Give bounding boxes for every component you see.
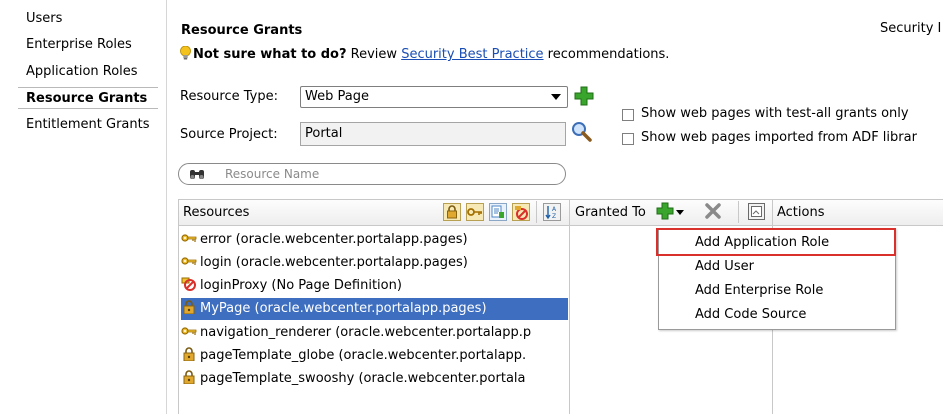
source-project-label: Source Project: [180, 127, 278, 142]
hint-line: Not sure what to do? Review Security Bes… [180, 45, 670, 62]
menu-item-add-code-source[interactable]: Add Code Source [695, 307, 806, 322]
chevron-down-icon[interactable] [676, 210, 684, 215]
lock-icon [181, 300, 197, 315]
resource-row[interactable]: error (oracle.webcenter.portalapp.pages) [181, 229, 568, 251]
table-left-border [178, 199, 179, 414]
source-project-field: Portal [300, 122, 566, 146]
adf-library-label: Show web pages imported from ADF librar [641, 130, 917, 145]
lightbulb-icon [180, 45, 191, 60]
granted-to-column-header: Granted To [575, 205, 646, 220]
hint-text-2: recommendations. [543, 47, 670, 62]
menu-item-add-user[interactable]: Add User [695, 259, 754, 274]
svg-text:Z: Z [552, 213, 556, 220]
security-best-practice-link[interactable]: Security Best Practice [401, 47, 543, 62]
edit-actions-icon[interactable] [748, 203, 765, 220]
menu-item-add-enterprise-role[interactable]: Add Enterprise Role [695, 283, 823, 298]
sidebar-item-entitlement-grants[interactable]: Entitlement Grants [26, 117, 150, 132]
no-definition-icon [181, 277, 197, 291]
sidebar-item-resource-grants[interactable]: Resource Grants [18, 87, 158, 109]
plus-icon [574, 86, 594, 106]
lock-icon [181, 347, 197, 362]
test-all-grants-label: Show web pages with test-all grants only [641, 106, 909, 121]
hint-text: Review [346, 47, 402, 62]
resource-row[interactable]: login (oracle.webcenter.portalapp.pages) [181, 252, 568, 274]
add-grantee-button[interactable] [656, 202, 674, 220]
key-icon [181, 324, 197, 338]
no-definition-filter-icon[interactable] [512, 203, 530, 221]
binoculars-icon [189, 167, 205, 185]
resource-row[interactable]: pageTemplate_globe (oracle.webcenter.por… [181, 345, 568, 367]
resource-name-search[interactable]: Resource Name [178, 163, 566, 185]
menu-highlight-box [656, 228, 896, 256]
hint-bold: Not sure what to do? [193, 47, 347, 62]
security-header-text: Security I [880, 21, 942, 36]
resource-row-label: login (oracle.webcenter.portalapp.pages) [200, 255, 468, 270]
resource-row-label: error (oracle.webcenter.portalapp.pages) [200, 232, 468, 247]
page-definition-filter-icon[interactable] [489, 203, 507, 221]
chevron-down-icon [551, 94, 561, 100]
resource-type-label: Resource Type: [180, 89, 278, 104]
search-project-button[interactable] [571, 121, 593, 143]
magnifier-icon [572, 122, 592, 142]
resource-row-label: pageTemplate_swooshy (oracle.webcenter.p… [200, 371, 526, 386]
resource-row[interactable]: pageTemplate_swooshy (oracle.webcenter.p… [181, 368, 568, 390]
key-filter-icon[interactable] [466, 203, 484, 221]
resource-row-label: loginProxy (No Page Definition) [200, 278, 402, 293]
resource-row-label: pageTemplate_globe (oracle.webcenter.por… [200, 348, 527, 363]
lock-filter-icon[interactable] [443, 203, 461, 221]
key-icon [181, 254, 197, 268]
resource-row[interactable]: navigation_renderer (oracle.webcenter.po… [181, 322, 568, 344]
column-divider-1 [569, 199, 570, 414]
resources-column-header: Resources [183, 205, 250, 220]
page-title: Resource Grants [181, 23, 303, 38]
toolbar-separator [536, 201, 537, 223]
toolbar-separator [738, 201, 739, 223]
resource-row-label: MyPage (oracle.webcenter.portalapp.pages… [200, 301, 487, 316]
sidebar: Users Enterprise Roles Application Roles… [0, 0, 166, 414]
resource-row-label: navigation_renderer (oracle.webcenter.po… [200, 325, 532, 340]
sort-az-icon[interactable]: AZ [543, 203, 561, 221]
add-resource-type-button[interactable] [574, 86, 594, 106]
search-placeholder: Resource Name [225, 167, 320, 181]
resource-type-value: Web Page [305, 89, 369, 104]
key-icon [181, 231, 197, 245]
delete-grantee-button[interactable] [704, 202, 722, 220]
sidebar-item-application-roles[interactable]: Application Roles [26, 64, 138, 79]
resource-row[interactable]: loginProxy (No Page Definition) [181, 275, 568, 297]
actions-column-header: Actions [777, 205, 825, 220]
test-all-grants-checkbox[interactable] [622, 109, 634, 121]
close-icon [705, 203, 721, 219]
plus-icon [656, 202, 674, 220]
resource-row[interactable]: MyPage (oracle.webcenter.portalapp.pages… [181, 298, 568, 320]
sidebar-divider [166, 0, 167, 414]
resource-type-select[interactable]: Web Page [300, 86, 568, 108]
adf-library-checkbox[interactable] [622, 133, 634, 145]
sidebar-item-enterprise-roles[interactable]: Enterprise Roles [26, 37, 132, 52]
lock-icon [181, 370, 197, 385]
sidebar-item-users[interactable]: Users [26, 11, 62, 26]
